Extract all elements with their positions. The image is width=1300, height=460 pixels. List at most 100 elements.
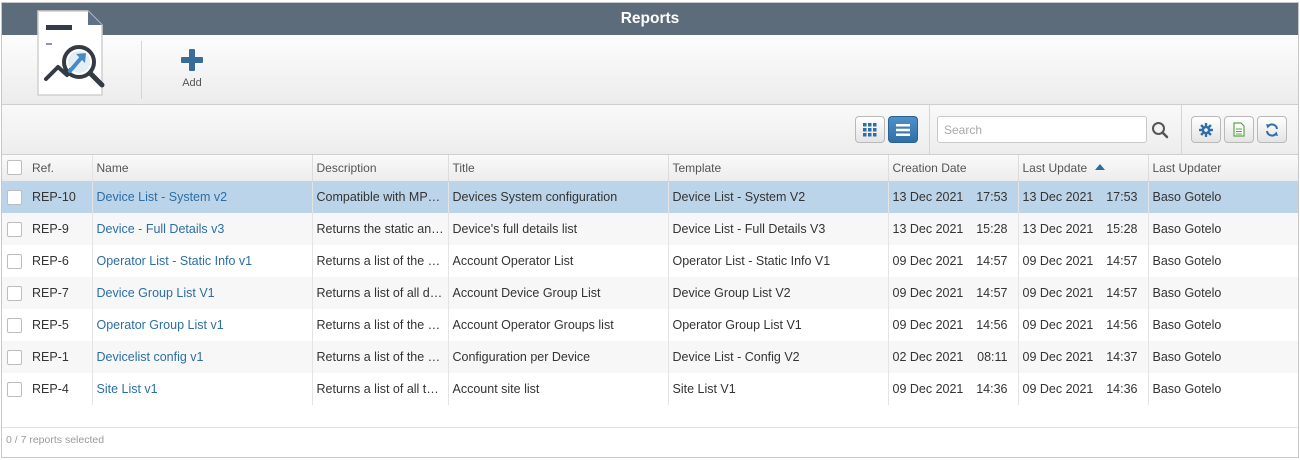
last-update-date: 13 Dec 2021 [1022, 222, 1094, 236]
cell-name-link[interactable]: Device Group List V1 [92, 277, 313, 309]
row-select-cell [2, 373, 28, 405]
creation-time: 15:28 [976, 222, 1008, 236]
last-update-time: 17:53 [1106, 190, 1138, 205]
cell-description: Returns a list of the … [312, 309, 449, 341]
grid-view-button[interactable] [855, 116, 885, 143]
export-button[interactable] [1224, 116, 1254, 143]
cell-last-updater: Baso Gotelo [1152, 382, 1222, 396]
row-checkbox[interactable] [7, 349, 22, 365]
last-update-date: 09 Dec 2021 [1022, 286, 1094, 300]
cell-name-link[interactable]: Device List - System v2 [92, 181, 313, 213]
cell-creation-date: 13 Dec 2021 15:28 [888, 213, 1019, 245]
row-checkbox[interactable] [7, 221, 22, 237]
row-checkbox[interactable] [7, 189, 22, 205]
last-update-time: 14:57 [1106, 254, 1138, 268]
last-update-date: 09 Dec 2021 [1022, 350, 1094, 364]
search-input[interactable] [937, 116, 1147, 143]
row-checkbox[interactable] [7, 317, 22, 333]
cell-ref: REP-5 [28, 309, 93, 341]
cell-last-update: 09 Dec 2021 14:57 [1018, 277, 1149, 309]
table-row[interactable]: REP-9 Device - Full Details v3 Returns t… [2, 213, 1298, 245]
subbar-separator [929, 105, 930, 155]
row-select-cell [2, 181, 28, 213]
cell-creation-date: 09 Dec 2021 14:36 [888, 373, 1019, 405]
cell-name-link[interactable]: Operator List - Static Info v1 [92, 245, 313, 277]
cell-name-link[interactable]: Site List v1 [92, 373, 313, 405]
column-header-template[interactable]: Template [668, 155, 889, 182]
cell-last-update: 09 Dec 2021 14:36 [1018, 373, 1149, 405]
table-header-row: Ref. Name Description Title Template Cre… [2, 155, 1298, 182]
cell-description: Returns a list of the … [312, 245, 449, 277]
row-select-cell [2, 277, 28, 309]
column-header-description[interactable]: Description [312, 155, 449, 182]
reports-window: Reports Add Search Ref. Name Description… [1, 2, 1299, 458]
cell-template: Device List - System V2 [668, 181, 889, 213]
cell-last-updater: Baso Gotelo [1152, 318, 1222, 332]
table-row[interactable]: REP-5 Operator Group List v1 Returns a l… [2, 309, 1298, 341]
row-checkbox[interactable] [7, 381, 22, 397]
creation-date: 02 Dec 2021 [892, 350, 964, 364]
settings-button[interactable] [1191, 116, 1221, 143]
cell-template: Operator Group List V1 [668, 309, 889, 341]
row-checkbox[interactable] [7, 285, 22, 301]
cell-ref: REP-10 [28, 181, 93, 213]
creation-time: 14:36 [976, 382, 1008, 396]
column-header-last-updater[interactable]: Last Updater [1148, 155, 1298, 182]
column-header-title[interactable]: Title [448, 155, 669, 182]
table-row[interactable]: REP-4 Site List v1 Returns a list of all… [2, 373, 1298, 405]
toolbar-divider [141, 41, 142, 99]
cell-last-updater: Baso Gotelo [1152, 222, 1222, 236]
cell-ref: REP-9 [28, 213, 93, 245]
cell-ref: REP-7 [28, 277, 93, 309]
cell-description: Compatible with MP… [312, 181, 449, 213]
refresh-button[interactable] [1257, 116, 1287, 143]
row-checkbox[interactable] [7, 253, 22, 269]
table-row[interactable]: REP-6 Operator List - Static Info v1 Ret… [2, 245, 1298, 277]
creation-date: 13 Dec 2021 [892, 190, 964, 205]
cell-name-link[interactable]: Device - Full Details v3 [92, 213, 313, 245]
cell-last-updater: Baso Gotelo [1152, 190, 1222, 205]
cell-ref: REP-4 [28, 373, 93, 405]
column-header-creation-date[interactable]: Creation Date [888, 155, 1019, 182]
cell-title: Account Operator Groups list [448, 309, 669, 341]
cell-template: Operator List - Static Info V1 [668, 245, 889, 277]
document-icon [1233, 122, 1245, 137]
list-view-button[interactable] [888, 116, 918, 143]
cell-template: Site List V1 [668, 373, 889, 405]
creation-date: 09 Dec 2021 [892, 254, 964, 268]
selection-status: 0 / 7 reports selected [2, 427, 1298, 457]
column-header-last-update[interactable]: Last Update [1018, 155, 1149, 182]
table-row[interactable]: REP-10 Device List - System v2 Compatibl… [2, 181, 1298, 213]
creation-date: 09 Dec 2021 [892, 286, 964, 300]
cell-title: Account site list [448, 373, 669, 405]
cell-name-link[interactable]: Devicelist config v1 [92, 341, 313, 373]
cell-description: Returns a list of all t… [312, 373, 449, 405]
plus-icon [181, 49, 203, 71]
table-row[interactable]: REP-7 Device Group List V1 Returns a lis… [2, 277, 1298, 309]
cell-ref: REP-6 [28, 245, 93, 277]
cell-description: Returns the static an… [312, 213, 449, 245]
search-icon[interactable] [1151, 121, 1169, 139]
cell-creation-date: 13 Dec 2021 17:53 [888, 181, 1019, 213]
view-toolbar [2, 105, 1298, 155]
table-row[interactable]: REP-1 Devicelist config v1 Returns a lis… [2, 341, 1298, 373]
cell-last-update: 09 Dec 2021 14:56 [1018, 309, 1149, 341]
row-select-cell [2, 341, 28, 373]
column-header-ref[interactable]: Ref. [28, 155, 93, 182]
cell-name-link[interactable]: Operator Group List v1 [92, 309, 313, 341]
refresh-icon [1266, 122, 1278, 137]
row-select-cell [2, 245, 28, 277]
add-report-button[interactable]: Add [170, 49, 214, 93]
cell-last-update: 09 Dec 2021 14:57 [1018, 245, 1149, 277]
last-update-time: 14:56 [1106, 318, 1138, 332]
cell-description: Returns a list of all d… [312, 277, 449, 309]
last-update-time: 14:57 [1106, 286, 1138, 300]
sort-ascending-icon [1095, 163, 1106, 170]
column-header-name[interactable]: Name [92, 155, 313, 182]
cell-last-updater: Baso Gotelo [1152, 286, 1222, 300]
select-all-checkbox[interactable] [7, 160, 22, 176]
last-update-date: 09 Dec 2021 [1022, 254, 1094, 268]
row-select-cell [2, 309, 28, 341]
grid-icon [863, 122, 877, 136]
creation-time: 14:57 [976, 254, 1008, 268]
